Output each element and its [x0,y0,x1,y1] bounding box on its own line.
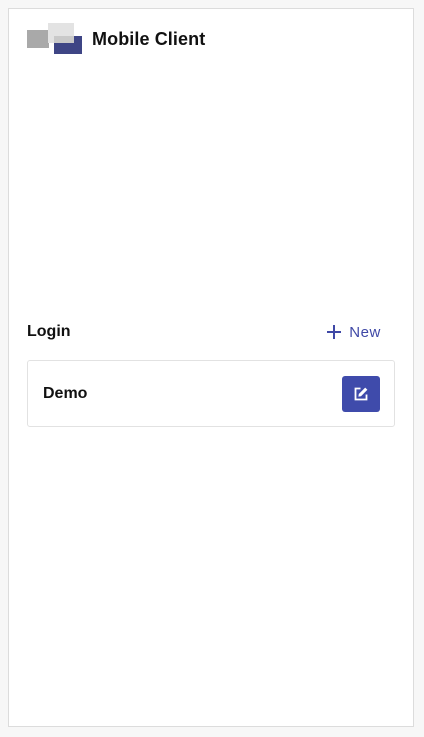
login-section-header: Login New [27,320,395,344]
login-item-label: Demo [43,384,88,402]
app-title: Mobile Client [92,28,206,49]
edit-login-button[interactable] [342,375,380,412]
logo-block-overlap [54,36,74,43]
app-header: Mobile Client [27,23,205,55]
app-logo [27,23,83,55]
plus-icon [327,325,342,339]
edit-icon [353,386,369,402]
login-item-demo[interactable]: Demo [27,360,395,427]
new-login-button[interactable]: New [327,324,395,341]
app-frame: Mobile Client Login New Demo [8,8,414,727]
logo-block-gray [27,30,49,48]
new-login-label: New [349,323,381,341]
section-title: Login [27,323,71,340]
